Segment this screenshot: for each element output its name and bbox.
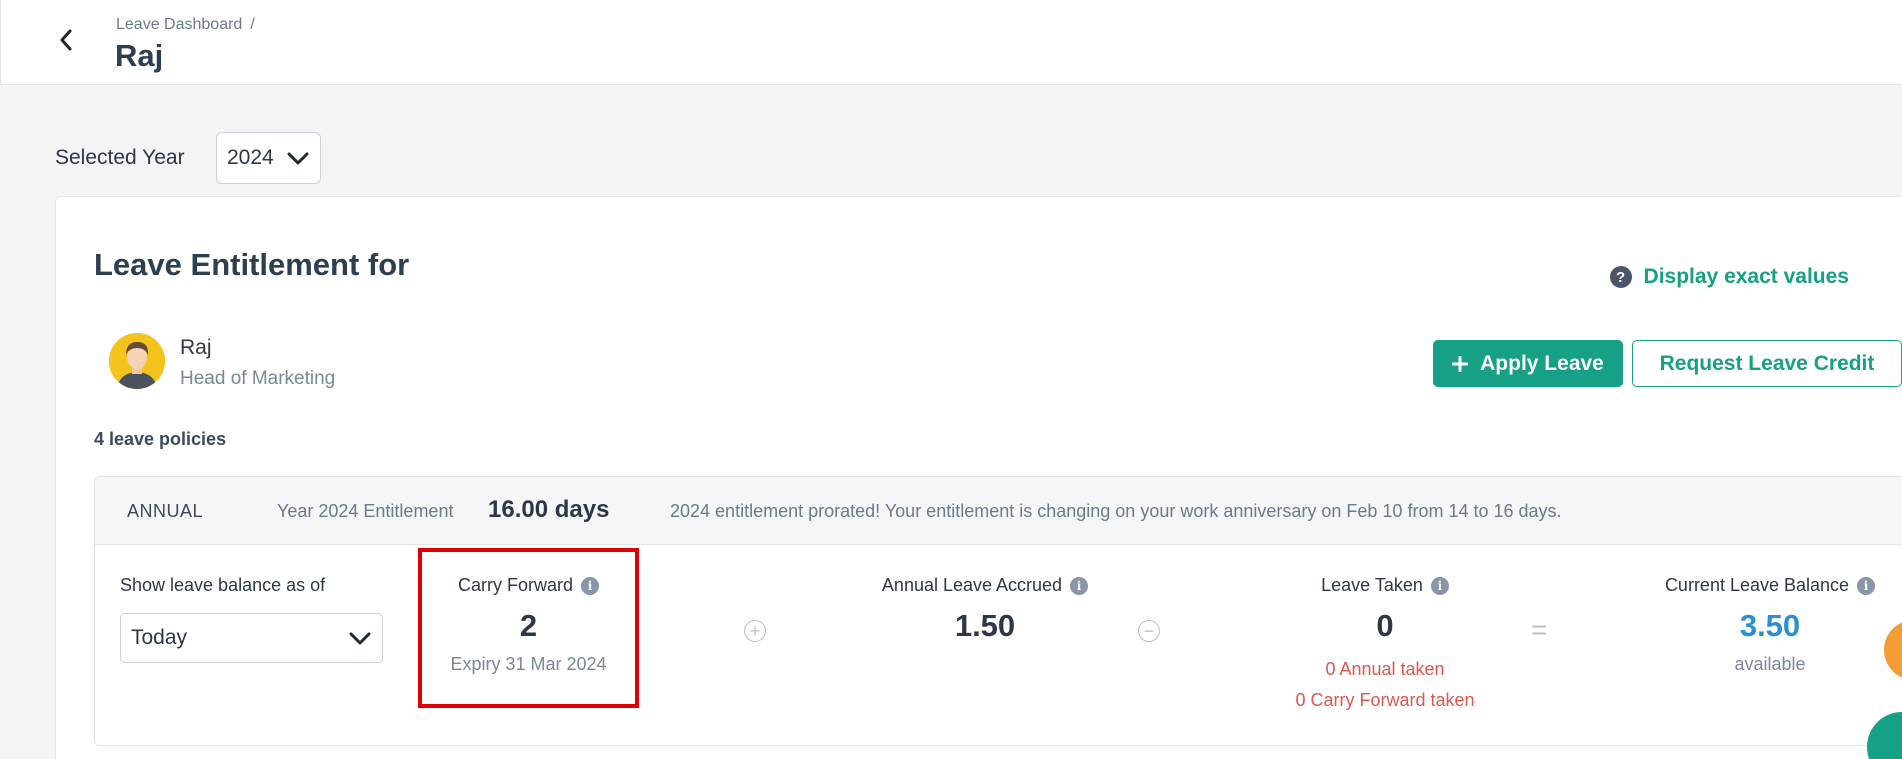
apply-leave-label: Apply Leave [1480,351,1604,375]
balance-as-of-label: Show leave balance as of [120,575,326,595]
plus-circle-icon: + [744,620,766,642]
year-select[interactable]: 2024 [216,132,321,184]
balance-as-of-value: Today [131,626,188,649]
page-title: Raj [115,38,164,73]
request-leave-credit-button[interactable]: Request Leave Credit [1632,340,1902,387]
carry-forward-taken: 0 Carry Forward taken [1295,690,1475,710]
minus-circle-icon: − [1138,620,1160,642]
policy-type: ANNUAL [127,501,204,521]
selected-year-label: Selected Year [55,146,185,169]
person-avatar-icon [109,333,165,389]
accrued-label: Annual Leave Accrued [881,575,1063,595]
current-balance-label: Current Leave Balance [1664,575,1850,595]
question-circle-icon: ? [1609,266,1632,288]
chevron-left-icon [60,29,72,51]
display-exact-values-link[interactable]: ? Display exact values [1609,265,1849,289]
annual-taken: 0 Annual taken [1325,659,1445,679]
chevron-down-icon [287,152,309,165]
info-icon[interactable]: i [1857,576,1876,595]
leave-taken-column: Leave Taken i 0 0 Annual taken 0 Carry F… [1235,575,1535,716]
equals-icon: = [1531,614,1548,645]
entitlement-card: Leave Entitlement for ? Display exact va… [55,196,1902,759]
info-icon[interactable]: i [1430,576,1449,595]
page-header: Leave Dashboard / Raj [0,0,1902,85]
chevron-down-icon [349,632,371,645]
accrued-value: 1.50 [954,608,1016,643]
leave-policies-count: 4 leave policies [94,429,227,449]
employee-role: Head of Marketing [180,368,336,389]
current-balance-value: 3.50 [1739,608,1801,643]
display-exact-values-label: Display exact values [1643,265,1849,288]
year-select-value: 2024 [227,146,274,169]
balance-as-of-select[interactable]: Today [120,613,383,663]
leave-taken-value: 0 [1376,608,1394,643]
breadcrumb: Leave Dashboard / [116,16,255,34]
current-balance-sub: available [1734,654,1806,674]
apply-leave-button[interactable]: Apply Leave [1433,340,1623,387]
breadcrumb-link[interactable]: Leave Dashboard [116,16,242,33]
employee-name: Raj [180,336,212,359]
breadcrumb-separator: / [250,16,255,33]
accrued-column: Annual Leave Accrued i 1.50 [835,575,1135,644]
entitlement-title: Leave Entitlement for [94,247,410,282]
info-icon[interactable]: i [1070,576,1089,595]
policy-panel-annual: ANNUAL Year 2024 Entitlement 16.00 days … [94,476,1902,746]
proration-note: 2024 entitlement prorated! Your entitlem… [670,501,1562,521]
avatar [109,333,165,389]
entitlement-value: 16.00 days [488,496,610,523]
current-balance-column: Current Leave Balance i 3.50 available [1630,575,1902,675]
back-button[interactable] [51,25,81,55]
leave-taken-label: Leave Taken [1321,575,1423,595]
policy-header: ANNUAL Year 2024 Entitlement 16.00 days … [95,477,1902,545]
entitlement-label: Year 2024 Entitlement [277,501,454,521]
plus-icon [1452,355,1469,372]
carry-forward-highlight-box [418,548,639,708]
